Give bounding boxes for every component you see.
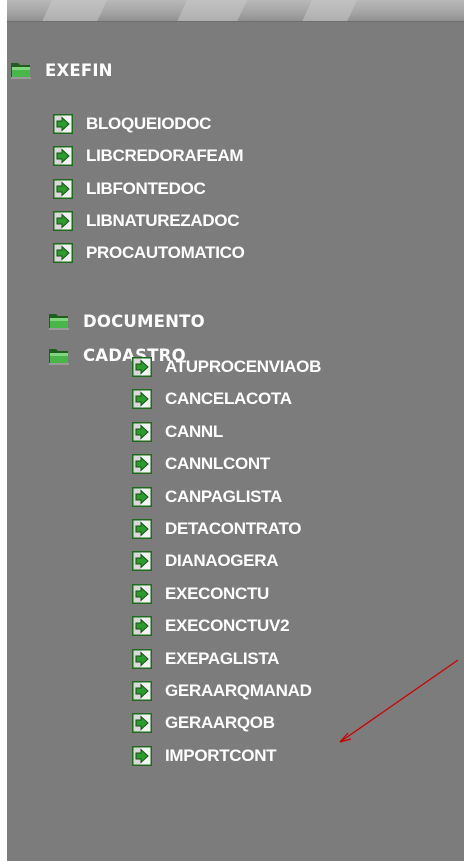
- item-label: BLOQUEIODOC: [86, 114, 212, 133]
- tree-item-libfontedoc[interactable]: LIBFONTEDOC: [52, 177, 206, 201]
- item-label: CANCELACOTA: [165, 389, 292, 409]
- item-label: DIANAOGERA: [165, 551, 279, 571]
- tree-item-libnaturezadoc[interactable]: LIBNATUREZADOC: [52, 209, 240, 233]
- tree-item-cancelacota[interactable]: CANCELACOTA: [131, 387, 292, 411]
- item-label: CANPAGLISTA: [165, 486, 282, 506]
- tree-item-importcont[interactable]: IMPORTCONT: [131, 744, 277, 768]
- document-arrow-icon: [52, 113, 74, 135]
- item-label: LIBCREDORAFEAM: [86, 146, 244, 166]
- item-label: DETACONTRATO: [165, 519, 302, 538]
- document-arrow-icon: [52, 145, 74, 167]
- top-bar: [7, 0, 464, 22]
- folder-icon: [48, 346, 70, 366]
- document-arrow-icon: [52, 242, 74, 264]
- tree-item-canpaglista[interactable]: CANPAGLISTA: [131, 485, 282, 509]
- tree-item-procautomatico[interactable]: PROCAUTOMATICO: [52, 241, 245, 265]
- document-arrow-icon: [131, 421, 153, 443]
- document-arrow-icon: [131, 550, 153, 572]
- item-label: CANNLCONT: [165, 454, 270, 474]
- tree-item-geraarqmanad[interactable]: GERAARQMANAD: [131, 679, 312, 703]
- tree-item-dianaogera[interactable]: DIANAOGERA: [131, 549, 278, 573]
- tree-panel: EXEFIN BLOQUEIODOC LIBCREDORAFEAM LIBFONTED…: [7, 0, 464, 861]
- document-arrow-icon: [131, 518, 153, 540]
- item-label: CANNL: [165, 421, 223, 441]
- tree-item-atuprocenviaob[interactable]: ATUPROCENVIAOB: [131, 355, 321, 379]
- item-label: GERAARQMANAD: [165, 681, 312, 700]
- document-arrow-icon: [131, 615, 153, 637]
- item-label: IMPORTCONT: [165, 745, 277, 765]
- tree-item-bloqueiodoc[interactable]: BLOQUEIODOC: [52, 112, 211, 136]
- folder-icon: [48, 311, 70, 331]
- folder-documento[interactable]: DOCUMENTO: [48, 309, 205, 333]
- tree-item-execonctuv2[interactable]: EXECONCTUV2: [131, 614, 290, 638]
- item-label: LIBNATUREZADOC: [86, 210, 240, 230]
- document-arrow-icon: [131, 712, 153, 734]
- tree-item-execonctu[interactable]: EXECONCTU: [131, 582, 269, 606]
- document-arrow-icon: [131, 680, 153, 702]
- document-arrow-icon: [131, 583, 153, 605]
- item-label: EXECONCTU: [165, 583, 270, 603]
- item-label: LIBFONTEDOC: [86, 178, 206, 198]
- item-label: ATUPROCENVIAOB: [165, 357, 322, 376]
- tree-item-cannl[interactable]: CANNL: [131, 420, 223, 444]
- document-arrow-icon: [131, 356, 153, 378]
- tree-item-detacontrato[interactable]: DETACONTRATO: [131, 517, 301, 541]
- document-arrow-icon: [131, 453, 153, 475]
- document-arrow-icon: [52, 178, 74, 200]
- folder-exefin[interactable]: EXEFIN: [10, 58, 113, 82]
- document-arrow-icon: [52, 210, 74, 232]
- folder-icon: [10, 60, 32, 80]
- tree-item-cannlcont[interactable]: CANNLCONT: [131, 452, 270, 476]
- tree-item-exepaglista[interactable]: EXEPAGLISTA: [131, 647, 279, 671]
- folder-label: DOCUMENTO: [83, 311, 205, 331]
- tree-item-libcredorafeam[interactable]: LIBCREDORAFEAM: [52, 144, 244, 168]
- item-label: EXECONCTUV2: [165, 616, 290, 636]
- item-label: PROCAUTOMATICO: [86, 243, 245, 263]
- folder-label: EXEFIN: [45, 60, 113, 80]
- item-label: EXEPAGLISTA: [165, 648, 280, 668]
- item-label: GERAARQOB: [165, 713, 275, 733]
- document-arrow-icon: [131, 388, 153, 410]
- document-arrow-icon: [131, 745, 153, 767]
- document-arrow-icon: [131, 486, 153, 508]
- tree-item-geraarqob[interactable]: GERAARQOB: [131, 711, 275, 735]
- document-arrow-icon: [131, 648, 153, 670]
